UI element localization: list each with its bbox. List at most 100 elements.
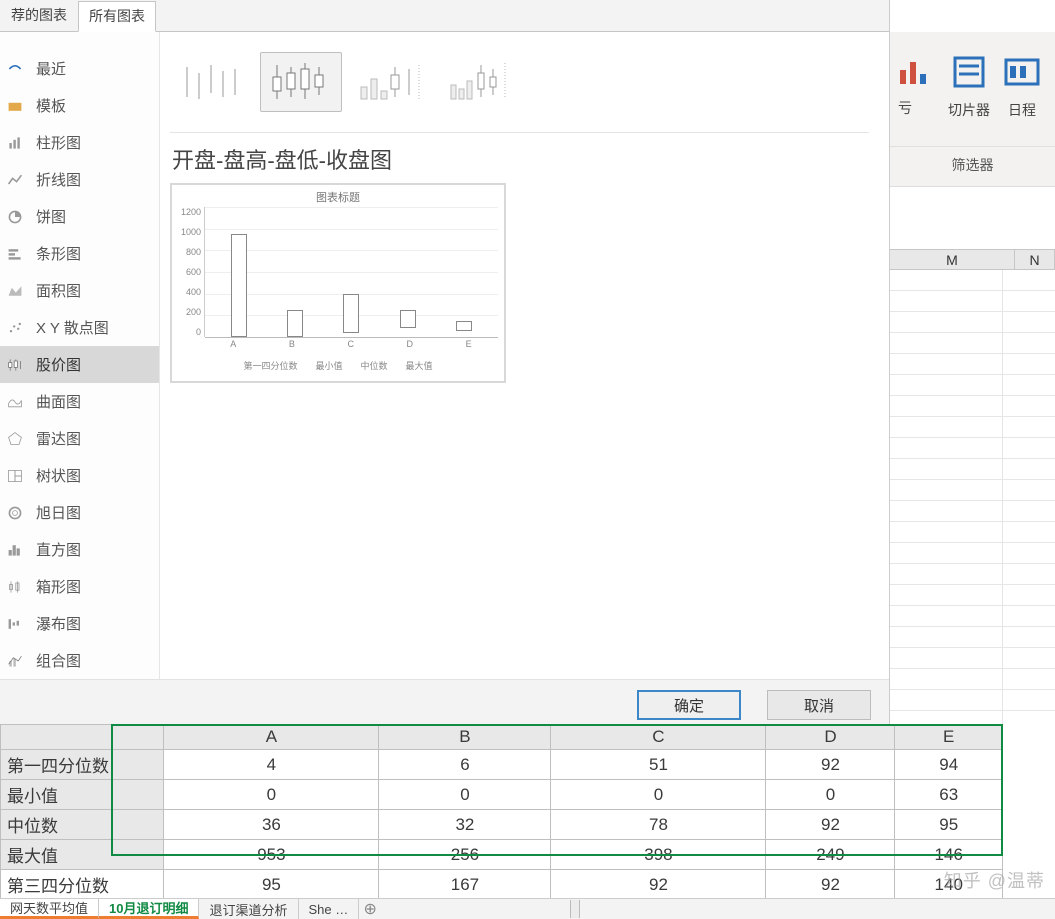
tab-scroll-divider[interactable] [570, 900, 580, 918]
table-row[interactable]: 最小值 0 0 0 0 63 [1, 780, 1003, 810]
cell[interactable]: 0 [551, 780, 766, 810]
col-header-B[interactable]: B [379, 725, 551, 750]
col-header-blank[interactable] [1, 725, 164, 750]
cell[interactable]: 4 [164, 750, 379, 780]
sidebar-item-box[interactable]: 箱形图 [0, 568, 159, 605]
sheet-tab-4[interactable]: She … [299, 899, 360, 919]
table-row[interactable]: 第一四分位数 4 6 51 92 94 [1, 750, 1003, 780]
sidebar-item-template[interactable]: 模板 [0, 87, 159, 124]
subtype-vhlc[interactable] [350, 52, 432, 112]
cell[interactable]: 51 [551, 750, 766, 780]
cell[interactable]: 0 [379, 780, 551, 810]
waterfall-chart-icon [4, 615, 26, 633]
blank-cells-area[interactable] [890, 270, 1055, 724]
sheet-tab-1[interactable]: 网天数平均值 [0, 899, 99, 919]
col-header-C[interactable]: C [551, 725, 766, 750]
legend-item: 最小值 [315, 359, 342, 372]
subtype-ohlc[interactable] [260, 52, 342, 112]
row-label[interactable]: 最大值 [1, 840, 164, 870]
chart-content-area: 开盘-盘高-盘低-收盘图 图表标题 1200 1000 800 600 400 … [160, 32, 889, 679]
sidebar-item-line[interactable]: 折线图 [0, 161, 159, 198]
cell[interactable]: 94 [895, 750, 1003, 780]
sheet-tab-3[interactable]: 退订渠道分析 [199, 899, 298, 919]
sidebar-item-label: 折线图 [36, 169, 81, 190]
row-label[interactable]: 最小值 [1, 780, 164, 810]
cell[interactable]: 32 [379, 810, 551, 840]
histogram-chart-icon [4, 541, 26, 559]
cell[interactable]: 249 [766, 840, 895, 870]
sidebar-item-sunburst[interactable]: 旭日图 [0, 494, 159, 531]
y-tick: 0 [178, 327, 201, 337]
sidebar-item-waterfall[interactable]: 瀑布图 [0, 605, 159, 642]
table-row[interactable]: 第三四分位数 95 167 92 92 140 [1, 870, 1003, 900]
col-header-M[interactable]: M [890, 249, 1015, 270]
sheet-tab-2[interactable]: 10月退订明细 [99, 899, 199, 919]
ribbon-timeline[interactable]: 日程 [1002, 52, 1042, 120]
cell[interactable]: 0 [164, 780, 379, 810]
sidebar-item-label: 饼图 [36, 206, 66, 227]
data-table[interactable]: A B C D E 第一四分位数 4 6 51 92 94 最小值 0 0 0 … [0, 724, 1003, 900]
watermark: 知乎 @温蒂 [944, 867, 1045, 893]
cell[interactable]: 95 [895, 810, 1003, 840]
sidebar-item-radar[interactable]: 雷达图 [0, 420, 159, 457]
subtype-hlc[interactable] [170, 52, 252, 112]
row-label[interactable]: 第一四分位数 [1, 750, 164, 780]
preview-x-labels: A B C D E [204, 339, 498, 349]
table-row[interactable]: 最大值 953 256 398 249 146 [1, 840, 1003, 870]
sidebar-item-label: 树状图 [36, 465, 81, 486]
cell[interactable]: 63 [895, 780, 1003, 810]
cell[interactable]: 92 [766, 870, 895, 900]
pie-chart-icon [4, 208, 26, 226]
add-sheet-button[interactable]: ⊕ [359, 899, 381, 919]
sidebar-item-bar[interactable]: 条形图 [0, 235, 159, 272]
sidebar-item-treemap[interactable]: 树状图 [0, 457, 159, 494]
chart-preview[interactable]: 图表标题 1200 1000 800 600 400 200 0 [170, 183, 506, 383]
sidebar-item-area[interactable]: 面积图 [0, 272, 159, 309]
row-label[interactable]: 中位数 [1, 810, 164, 840]
cell[interactable]: 256 [379, 840, 551, 870]
cell[interactable]: 398 [551, 840, 766, 870]
row-label[interactable]: 第三四分位数 [1, 870, 164, 900]
cell[interactable]: 953 [164, 840, 379, 870]
ribbon-slicer[interactable]: 切片器 [948, 52, 990, 120]
ok-button[interactable]: 确定 [637, 690, 741, 720]
sidebar-item-pie[interactable]: 饼图 [0, 198, 159, 235]
ribbon-slicer-label: 切片器 [948, 100, 990, 120]
table-header-row: A B C D E [1, 725, 1003, 750]
sidebar-item-scatter[interactable]: X Y 散点图 [0, 309, 159, 346]
plus-icon: ⊕ [364, 899, 377, 919]
col-header-D[interactable]: D [766, 725, 895, 750]
cell[interactable]: 92 [551, 870, 766, 900]
sidebar-item-surface[interactable]: 曲面图 [0, 383, 159, 420]
sidebar-item-histogram[interactable]: 直方图 [0, 531, 159, 568]
subtype-vohlc[interactable] [440, 52, 522, 112]
cell[interactable]: 0 [766, 780, 895, 810]
recent-icon [4, 60, 26, 78]
cancel-button[interactable]: 取消 [767, 690, 871, 720]
sidebar-item-label: 组合图 [36, 650, 81, 671]
sidebar-item-label: 雷达图 [36, 428, 81, 449]
cell[interactable]: 92 [766, 750, 895, 780]
cell[interactable]: 6 [379, 750, 551, 780]
cell[interactable]: 167 [379, 870, 551, 900]
sidebar-item-stock[interactable]: 股价图 [0, 346, 159, 383]
ribbon-timeline-label: 日程 [1008, 100, 1036, 120]
col-header-E[interactable]: E [895, 725, 1003, 750]
sidebar-item-combo[interactable]: 组合图 [0, 642, 159, 679]
table-row[interactable]: 中位数 36 32 78 92 95 [1, 810, 1003, 840]
cell[interactable]: 146 [895, 840, 1003, 870]
combo-chart-icon [4, 652, 26, 670]
tab-recommended[interactable]: 荐的图表 [0, 0, 78, 31]
legend-item: 中位数 [361, 359, 388, 372]
sidebar-item-column[interactable]: 柱形图 [0, 124, 159, 161]
cell[interactable]: 95 [164, 870, 379, 900]
y-tick: 1200 [178, 207, 201, 217]
col-header-A[interactable]: A [164, 725, 379, 750]
cell[interactable]: 36 [164, 810, 379, 840]
sidebar-item-recent[interactable]: 最近 [0, 50, 159, 87]
sparkline-icon [896, 52, 936, 92]
col-header-N[interactable]: N [1015, 249, 1055, 270]
cell[interactable]: 92 [766, 810, 895, 840]
cell[interactable]: 78 [551, 810, 766, 840]
tab-all-charts[interactable]: 所有图表 [78, 1, 156, 32]
